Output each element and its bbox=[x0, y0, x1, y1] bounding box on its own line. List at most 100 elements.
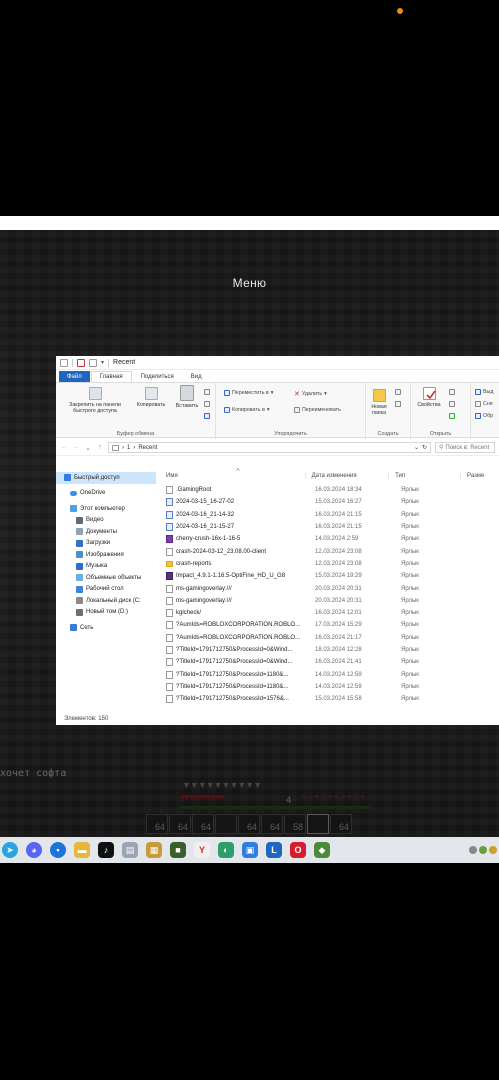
file-row[interactable]: 2024-03-15_16-27-02 15.03.2024 16:27 Ярлык bbox=[156, 496, 499, 508]
address-segment-1[interactable]: 1 bbox=[127, 445, 130, 451]
select-all-button[interactable]: Выд bbox=[475, 389, 493, 395]
invert-selection-button[interactable]: Обр bbox=[475, 413, 493, 419]
file-row[interactable]: crash-2024-03-12_23.08.00-client 12.03.20… bbox=[156, 545, 499, 557]
column-type[interactable]: Тип bbox=[388, 472, 460, 479]
properties-button[interactable]: Свойства bbox=[414, 387, 444, 408]
nav-item-label: Рабочий стол bbox=[86, 586, 124, 593]
address-field[interactable]: › 1 › Recent ⌄ ↻ bbox=[108, 442, 431, 453]
copy-button[interactable]: Копировать bbox=[132, 387, 170, 408]
file-row[interactable]: 2024-03-16_21-15-27 16.03.2024 21:15 Ярлык bbox=[156, 521, 499, 533]
messenger-app-button[interactable]: ▪ bbox=[50, 842, 66, 858]
nav-item-3d-objects[interactable]: Объемные объекты bbox=[56, 572, 156, 584]
photos-app-button[interactable]: ▦ bbox=[146, 842, 162, 858]
game-app-button[interactable]: ◆ bbox=[314, 842, 330, 858]
forward-icon[interactable]: → bbox=[72, 444, 80, 451]
file-row[interactable]: ?TitleId=1791712750&ProcessId=0&Wind... 1… bbox=[156, 644, 499, 656]
delete-button[interactable]: ✕ Удалить ▾ bbox=[294, 390, 327, 398]
video-icon bbox=[76, 516, 83, 524]
file-row[interactable]: kglcheck/16.03.2024 12:01 Ярлык bbox=[156, 607, 499, 619]
cut-button[interactable] bbox=[204, 389, 210, 395]
opera-app-button[interactable]: O bbox=[290, 842, 306, 858]
customize-quick-access-icon[interactable]: ▾ bbox=[101, 359, 104, 366]
chevron-down-icon[interactable]: ⌄ bbox=[414, 444, 419, 451]
file-name-cell: 2024-03-16_21-15-27 bbox=[156, 523, 309, 532]
history-button[interactable] bbox=[449, 413, 455, 419]
explorer-app-button[interactable]: ▬ bbox=[74, 842, 90, 858]
easy-access-button[interactable] bbox=[395, 401, 401, 407]
properties-quick-icon[interactable] bbox=[77, 358, 85, 367]
tiktok-app-button[interactable]: ♪ bbox=[98, 842, 114, 858]
new-folder-quick-icon[interactable] bbox=[89, 358, 97, 367]
nav-item-desktop[interactable]: Рабочий стол bbox=[56, 584, 156, 596]
nav-item-onedrive[interactable]: OneDrive bbox=[56, 488, 156, 500]
launcher-app-button[interactable]: L bbox=[266, 842, 282, 858]
files-app-button[interactable]: ▤ bbox=[122, 842, 138, 858]
paste-shortcut-button[interactable] bbox=[204, 413, 210, 419]
minecraft-app-button[interactable]: ■ bbox=[170, 842, 186, 858]
column-name[interactable]: Имя bbox=[156, 473, 305, 479]
store-app-button[interactable]: ▣ bbox=[242, 842, 258, 858]
file-row[interactable]: cherry-crush-16x-1-16-5 14.03.2024 2:59 Яр… bbox=[156, 533, 499, 545]
edge-app-button[interactable]: ◐ bbox=[218, 842, 234, 858]
file-row[interactable]: Impact_4.9.1-1.16.5-OptiFine_HD_U_G8 15.0… bbox=[156, 570, 499, 582]
hotbar-slot: 64 bbox=[261, 814, 283, 834]
recent-locations-icon[interactable]: ⌄ bbox=[84, 444, 92, 452]
paste-button[interactable]: Вставить bbox=[172, 385, 202, 409]
new-folder-button[interactable]: Новая папка bbox=[368, 389, 390, 416]
file-row[interactable]: ?TitleId=1791712750&ProcessId=1180&... 14… bbox=[156, 681, 499, 693]
file-row[interactable]: ?AumIds=ROBLOXCORPORATION.ROBLO... 16.03.… bbox=[156, 632, 499, 644]
nav-item-documents[interactable]: Документы bbox=[56, 526, 156, 538]
tray-icon[interactable] bbox=[489, 846, 497, 854]
nav-item-network[interactable]: Сеть bbox=[56, 622, 156, 634]
hotbar-slot: 64 bbox=[192, 814, 214, 834]
copy-path-button[interactable] bbox=[204, 401, 210, 407]
file-row[interactable]: ?TitleId=1791712750&ProcessId=1180&... 14… bbox=[156, 668, 499, 680]
file-row[interactable]: ?TitleId=1791712750&ProcessId=1576&... 15… bbox=[156, 693, 499, 705]
nav-item-label: Новый том (D:) bbox=[86, 609, 128, 616]
column-date-modified[interactable]: Дата изменения bbox=[304, 472, 389, 479]
address-segment-2[interactable]: Recent bbox=[138, 445, 157, 451]
edit-button[interactable] bbox=[449, 401, 455, 407]
discord-app-button[interactable]: ◕ bbox=[26, 842, 42, 858]
tray-icon[interactable] bbox=[479, 846, 487, 854]
tab-view[interactable]: Вид bbox=[183, 371, 210, 382]
nav-item-music[interactable]: Музыка bbox=[56, 561, 156, 573]
file-name: 2024-03-16_21-15-27 bbox=[176, 524, 235, 531]
back-icon[interactable]: ← bbox=[60, 444, 68, 451]
nav-item-label: Загрузки bbox=[86, 540, 111, 547]
white-strip bbox=[0, 216, 499, 230]
copy-to-button[interactable]: Копировать в ▾ bbox=[224, 407, 269, 413]
open-button[interactable] bbox=[449, 389, 455, 395]
pin-button[interactable]: Закрепить на панели быстрого доступа bbox=[60, 387, 130, 414]
column-size[interactable]: Разме bbox=[460, 472, 499, 479]
tray-icon[interactable] bbox=[469, 846, 477, 854]
file-row[interactable]: ms-gamingoverlay:/// 20.03.2024 20:31 Ярлы… bbox=[156, 582, 499, 594]
search-input[interactable]: ⚲ Поиск в: Recent bbox=[435, 442, 495, 453]
nav-item-this-pc[interactable]: Этот компьютер bbox=[56, 503, 156, 515]
select-none-button[interactable]: Сня bbox=[475, 401, 493, 407]
move-to-button[interactable]: Переместить в ▾ bbox=[224, 390, 273, 396]
nav-item-local-disk-c[interactable]: Локальный диск (C: bbox=[56, 595, 156, 607]
file-row[interactable]: ?TitleId=1791712750&ProcessId=0&Wind... 1… bbox=[156, 656, 499, 668]
new-item-button[interactable] bbox=[395, 389, 401, 395]
nav-item-new-volume-d[interactable]: Новый том (D:) bbox=[56, 607, 156, 619]
nav-item-images[interactable]: Изображения bbox=[56, 549, 156, 561]
refresh-icon[interactable]: ↻ bbox=[422, 444, 427, 451]
file-row[interactable]: ms-gamingoverlay:/// 20.03.2024 20:31 Ярлы… bbox=[156, 595, 499, 607]
file-row[interactable]: .GamingRoot 16.03.2024 18:34 Ярлык bbox=[156, 484, 499, 496]
armor-bar: ▼▼▼▼▼▼▼▼▼▼ bbox=[182, 780, 262, 790]
rename-button[interactable]: Переименовать bbox=[294, 407, 341, 413]
yandex-app-button[interactable]: Y bbox=[194, 842, 210, 858]
nav-item-downloads[interactable]: Загрузки bbox=[56, 538, 156, 550]
file-row[interactable]: crash-reports 12.03.2024 23:08 Ярлык bbox=[156, 558, 499, 570]
file-row[interactable]: 2024-03-16_21-14-32 16.03.2024 21:15 Ярлык bbox=[156, 509, 499, 521]
tab-share[interactable]: Поделиться bbox=[133, 371, 182, 382]
up-icon[interactable]: ↑ bbox=[96, 444, 104, 451]
file-row[interactable]: ?AumIds=ROBLOXCORPORATION.ROBLO... 17.03.… bbox=[156, 619, 499, 631]
cube-icon: ◆ bbox=[318, 844, 326, 855]
tab-file[interactable]: Файл bbox=[59, 371, 90, 382]
nav-item-video[interactable]: Видео bbox=[56, 515, 156, 527]
telegram-app-button[interactable]: ➤ bbox=[2, 842, 18, 858]
tab-home[interactable]: Главная bbox=[90, 371, 132, 382]
nav-item-quick-access[interactable]: Быстрый доступ bbox=[56, 472, 156, 484]
